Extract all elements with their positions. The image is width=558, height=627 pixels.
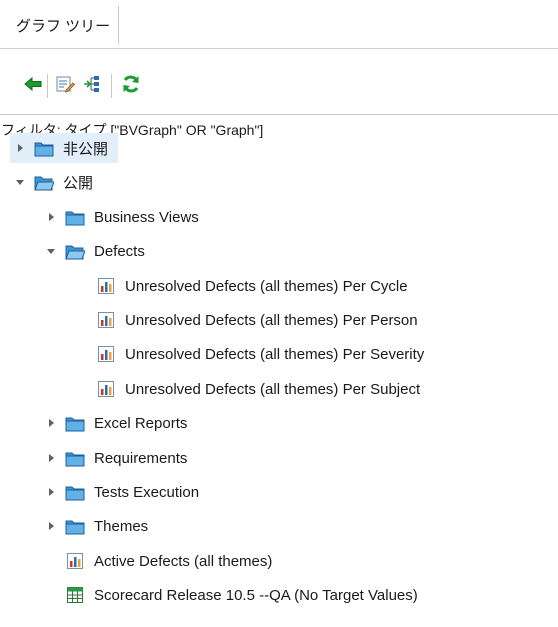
- folder-icon: [34, 139, 54, 157]
- tree-item-label: Unresolved Defects (all themes) Per Subj…: [125, 380, 421, 398]
- tab-graph-tree[interactable]: グラフ ツリー: [8, 6, 120, 44]
- tree-graph-item[interactable]: Unresolved Defects (all themes) Per Cycl…: [72, 271, 408, 301]
- tree-folder-item[interactable]: Business Views: [41, 202, 199, 232]
- expand-arrow-icon[interactable]: [45, 211, 57, 223]
- tree-graph-item[interactable]: Unresolved Defects (all themes) Per Seve…: [72, 339, 424, 369]
- tab-graph-tree-label: グラフ ツリー: [16, 17, 111, 35]
- expand-arrow-icon[interactable]: [45, 452, 57, 464]
- tree-structure-icon: [83, 75, 103, 97]
- tree-folder-item[interactable]: Requirements: [41, 443, 187, 473]
- tree-folder-item[interactable]: Tests Execution: [41, 477, 199, 507]
- tree-graph-item[interactable]: Scorecard Release 10.5 --QA (No Target V…: [41, 580, 418, 610]
- bar-chart-icon: [96, 311, 116, 329]
- folder-icon: [65, 208, 85, 226]
- tree-item-label: Unresolved Defects (all themes) Per Pers…: [125, 311, 418, 329]
- tree-item-label: Excel Reports: [94, 414, 188, 432]
- tree-item-label: Defects: [94, 242, 145, 260]
- tree-folder-item[interactable]: 非公開: [10, 133, 119, 163]
- tree-graph-item[interactable]: Unresolved Defects (all themes) Per Subj…: [72, 374, 420, 404]
- tree-folder-item[interactable]: Themes: [41, 511, 148, 541]
- tree-item-label: Requirements: [94, 449, 188, 467]
- tree-item-label: Tests Execution: [94, 483, 200, 501]
- tree-graph-item[interactable]: Unresolved Defects (all themes) Per Pers…: [72, 305, 418, 335]
- expand-arrow-icon[interactable]: [45, 486, 57, 498]
- edit-button[interactable]: [53, 74, 77, 98]
- bar-chart-icon: [96, 380, 116, 398]
- folder-icon: [65, 414, 85, 432]
- back-arrow-icon: [23, 75, 43, 97]
- tree-folder-item[interactable]: Defects: [41, 236, 145, 266]
- expand-arrow-icon[interactable]: [14, 142, 26, 154]
- expand-arrow-icon[interactable]: [45, 417, 57, 429]
- bar-chart-icon: [96, 277, 116, 295]
- tab-bar: グラフ ツリー: [0, 0, 558, 49]
- tree-item-label: 公開: [63, 174, 94, 192]
- tree-item-label: Unresolved Defects (all themes) Per Cycl…: [125, 277, 408, 295]
- tree-item-label: Active Defects (all themes): [94, 552, 273, 570]
- tree-folder-item[interactable]: 公開: [10, 167, 93, 197]
- toolbar-separator: [111, 74, 112, 98]
- tree-item-label: Themes: [94, 517, 149, 535]
- edit-list-icon: [55, 75, 76, 97]
- expand-arrow-icon[interactable]: [45, 520, 57, 532]
- bar-chart-icon: [96, 345, 116, 363]
- bar-chart-icon: [65, 552, 85, 570]
- toolbar-separator: [47, 74, 48, 98]
- tree-folder-item[interactable]: Excel Reports: [41, 408, 187, 438]
- refresh-icon: [121, 74, 141, 98]
- toolbar: [0, 48, 558, 114]
- scorecard-grid-icon: [65, 586, 85, 604]
- refresh-button[interactable]: [119, 74, 143, 98]
- tree-item-label: Business Views: [94, 208, 199, 226]
- tree-item-label: Scorecard Release 10.5 --QA (No Target V…: [94, 586, 418, 604]
- folder-icon: [65, 483, 85, 501]
- tree-structure-button[interactable]: [81, 74, 105, 98]
- tree-item-label: 非公開: [63, 140, 109, 158]
- tree-graph-item[interactable]: Active Defects (all themes): [41, 546, 272, 576]
- tree-item-label: Unresolved Defects (all themes) Per Seve…: [125, 345, 425, 363]
- folder-icon: [65, 517, 85, 535]
- folder-icon: [65, 449, 85, 467]
- folder-open-icon: [65, 242, 85, 260]
- collapse-arrow-icon[interactable]: [14, 176, 26, 188]
- folder-open-icon: [34, 173, 54, 191]
- filter-divider: [0, 114, 558, 115]
- collapse-arrow-icon[interactable]: [45, 245, 57, 257]
- back-button[interactable]: [21, 74, 45, 98]
